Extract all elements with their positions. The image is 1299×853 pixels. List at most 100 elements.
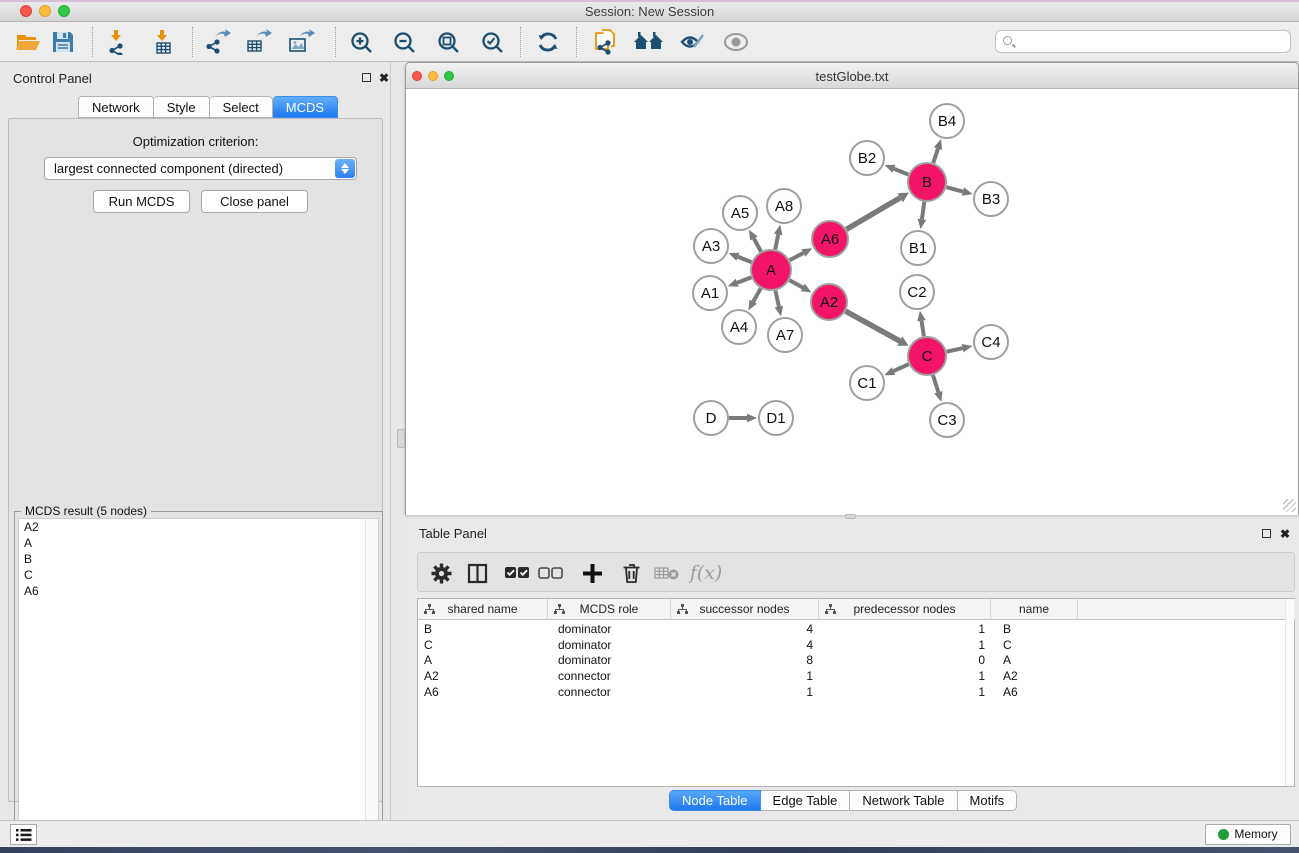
table-cell[interactable]: C bbox=[991, 637, 1078, 653]
table-options-gear-icon[interactable] bbox=[425, 557, 457, 589]
graph-node-D[interactable]: D bbox=[694, 401, 728, 435]
graph-node-C2[interactable]: C2 bbox=[900, 275, 934, 309]
edge-C-C2[interactable] bbox=[921, 321, 923, 337]
save-session-icon[interactable] bbox=[46, 25, 80, 59]
table-row[interactable]: A2connector11A2 bbox=[418, 668, 1278, 684]
graph-node-C4[interactable]: C4 bbox=[974, 325, 1008, 359]
network-graph[interactable]: ABCA2A6A1A3A4A5A7A8B1B2B3B4C1C2C3C4DD1 bbox=[406, 89, 1298, 515]
tab-mcds[interactable]: MCDS bbox=[273, 96, 338, 118]
graph-node-C3[interactable]: C3 bbox=[930, 403, 964, 437]
table-cell[interactable]: 4 bbox=[671, 621, 819, 637]
tab-node-table[interactable]: Node Table bbox=[669, 790, 761, 811]
table-close-icon[interactable]: ✖ bbox=[1280, 529, 1290, 539]
clone-network-icon[interactable] bbox=[589, 25, 623, 59]
graph-node-B4[interactable]: B4 bbox=[930, 104, 964, 138]
select-all-check-icon[interactable] bbox=[501, 557, 533, 589]
refresh-view-icon[interactable] bbox=[531, 25, 565, 59]
function-builder-icon[interactable]: f(x) bbox=[690, 557, 722, 589]
table-cell[interactable]: A6 bbox=[418, 684, 548, 700]
edge-A-A6[interactable] bbox=[790, 253, 804, 260]
edge-A-A7[interactable] bbox=[775, 291, 778, 307]
column-header-shared-name[interactable]: shared name bbox=[418, 599, 548, 620]
column-header-predecessor-nodes[interactable]: predecessor nodes bbox=[819, 599, 991, 620]
table-cell[interactable]: 1 bbox=[671, 668, 819, 684]
search-input[interactable] bbox=[1018, 32, 1284, 51]
table-row[interactable]: A6connector11A6 bbox=[418, 684, 1278, 700]
graph-node-B2[interactable]: B2 bbox=[850, 141, 884, 175]
graph-node-A8[interactable]: A8 bbox=[767, 189, 801, 223]
mcds-result-item[interactable]: A bbox=[19, 535, 378, 551]
graph-node-C1[interactable]: C1 bbox=[850, 366, 884, 400]
table-cell[interactable]: dominator bbox=[548, 637, 671, 653]
table-cell[interactable]: B bbox=[991, 621, 1078, 637]
graph-node-A7[interactable]: A7 bbox=[768, 318, 802, 352]
run-mcds-button[interactable]: Run MCDS bbox=[93, 190, 190, 213]
mcds-result-item[interactable]: A2 bbox=[19, 519, 378, 535]
tab-select[interactable]: Select bbox=[210, 96, 273, 118]
table-cell[interactable]: A bbox=[991, 652, 1078, 668]
edge-A-A5[interactable] bbox=[754, 238, 761, 251]
memory-button[interactable]: Memory bbox=[1205, 824, 1291, 845]
float-panel-icon[interactable] bbox=[362, 73, 371, 82]
edge-C-C4[interactable] bbox=[947, 348, 963, 352]
zoom-out-icon[interactable] bbox=[387, 25, 421, 59]
edge-B-B1[interactable] bbox=[922, 202, 924, 219]
table-cell[interactable]: A bbox=[418, 652, 548, 668]
resize-grip-icon[interactable] bbox=[1283, 499, 1296, 512]
graph-node-A6[interactable]: A6 bbox=[812, 221, 848, 257]
table-row[interactable]: Adominator80A bbox=[418, 652, 1278, 668]
table-cell[interactable]: dominator bbox=[548, 652, 671, 668]
table-row[interactable]: Bdominator41B bbox=[418, 621, 1278, 637]
horizontal-splitter-handle[interactable] bbox=[845, 514, 856, 519]
table-cell[interactable]: C bbox=[418, 637, 548, 653]
show-hide-graphics-icon[interactable] bbox=[719, 25, 753, 59]
table-cell[interactable]: 4 bbox=[671, 637, 819, 653]
optimization-criterion-select[interactable]: largest connected component (directed) bbox=[44, 157, 357, 180]
edge-B-B3[interactable] bbox=[946, 187, 963, 191]
edge-A-A2[interactable] bbox=[789, 280, 802, 287]
network-window-titlebar[interactable]: testGlobe.txt bbox=[406, 63, 1298, 89]
import-table-icon[interactable] bbox=[147, 25, 181, 59]
edge-A-A4[interactable] bbox=[753, 288, 761, 301]
tab-edge-table[interactable]: Edge Table bbox=[761, 790, 851, 811]
mcds-list-scrollbar[interactable] bbox=[365, 519, 378, 851]
edge-A6-B[interactable] bbox=[846, 198, 900, 230]
table-cell[interactable]: 1 bbox=[819, 621, 991, 637]
table-cell[interactable]: B bbox=[418, 621, 548, 637]
table-cell[interactable]: connector bbox=[548, 668, 671, 684]
deselect-all-icon[interactable] bbox=[534, 557, 566, 589]
edge-C-C3[interactable] bbox=[933, 375, 938, 392]
graph-node-A3[interactable]: A3 bbox=[694, 229, 728, 263]
table-row[interactable]: Cdominator41C bbox=[418, 637, 1278, 653]
column-header-name[interactable]: name bbox=[991, 599, 1078, 620]
graph-node-B[interactable]: B bbox=[908, 163, 946, 201]
vertical-splitter-handle[interactable] bbox=[397, 429, 405, 448]
task-history-button[interactable] bbox=[10, 824, 37, 845]
table-cell[interactable]: 1 bbox=[819, 684, 991, 700]
tab-network[interactable]: Network bbox=[78, 96, 154, 118]
column-header-successor-nodes[interactable]: successor nodes bbox=[671, 599, 819, 620]
mcds-result-item[interactable]: A6 bbox=[19, 583, 378, 599]
export-table-icon[interactable] bbox=[242, 25, 276, 59]
edge-C-C1[interactable] bbox=[893, 364, 908, 371]
export-network-icon[interactable] bbox=[201, 25, 235, 59]
table-cell[interactable]: 1 bbox=[819, 668, 991, 684]
delete-table-icon[interactable] bbox=[651, 557, 683, 589]
table-float-icon[interactable] bbox=[1262, 529, 1271, 538]
mcds-result-item[interactable]: B bbox=[19, 551, 378, 567]
graph-node-A4[interactable]: A4 bbox=[722, 310, 756, 344]
tab-network-table[interactable]: Network Table bbox=[850, 790, 957, 811]
style-preview-icon[interactable] bbox=[675, 25, 709, 59]
zoom-selected-icon[interactable] bbox=[475, 25, 509, 59]
edge-A2-C[interactable] bbox=[846, 311, 900, 341]
tab-style[interactable]: Style bbox=[154, 96, 210, 118]
column-header-MCDS-role[interactable]: MCDS role bbox=[548, 599, 671, 620]
graph-node-A5[interactable]: A5 bbox=[723, 196, 757, 230]
edge-A-A8[interactable] bbox=[775, 234, 778, 249]
edge-A-A3[interactable] bbox=[738, 257, 752, 262]
network-canvas[interactable]: ABCA2A6A1A3A4A5A7A8B1B2B3B4C1C2C3C4DD1 bbox=[406, 89, 1298, 515]
open-file-icon[interactable] bbox=[11, 25, 45, 59]
tab-motifs[interactable]: Motifs bbox=[958, 790, 1018, 811]
edge-B-B4[interactable] bbox=[933, 149, 938, 163]
close-panel-button[interactable]: Close panel bbox=[201, 190, 308, 213]
